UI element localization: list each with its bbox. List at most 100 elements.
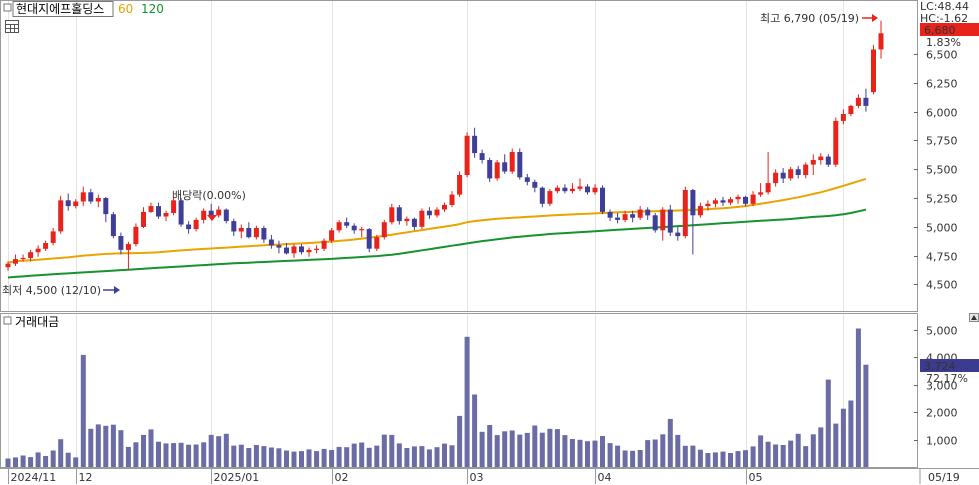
volume-bar [652, 439, 658, 467]
x-tick-label: 2024/11 [11, 471, 57, 484]
volume-bar [28, 457, 34, 467]
volume-bar [396, 443, 402, 467]
candle-body [201, 210, 207, 220]
candle-body [878, 33, 884, 50]
volume-bar [667, 418, 673, 467]
volume-bar [848, 400, 854, 467]
candle-body [592, 187, 598, 193]
candle-body [788, 169, 794, 179]
candle-body [118, 236, 124, 250]
x-tick-label: 03 [470, 471, 484, 484]
volume-bar [472, 394, 478, 467]
candle-body [509, 152, 515, 172]
volume-bar [562, 435, 568, 467]
candle-body [547, 191, 553, 204]
volume-bar [50, 450, 56, 467]
candle-body [697, 206, 703, 216]
volume-tick-label: 5,000 [926, 325, 958, 338]
volume-bar [825, 379, 831, 467]
volume-bar [359, 442, 365, 467]
candle-body [607, 211, 613, 218]
volume-bar [637, 450, 643, 467]
candle-body [28, 252, 34, 258]
collapse-icon[interactable] [969, 313, 979, 322]
volume-bar [5, 458, 11, 467]
candle-body [517, 152, 523, 178]
volume-bar [374, 445, 380, 467]
candle-body [479, 153, 485, 160]
candle-body [268, 239, 274, 246]
volume-bar [125, 446, 131, 467]
candle-body [261, 228, 267, 240]
current-price-change: 1.83% [926, 36, 961, 49]
volume-bar [178, 442, 184, 467]
candle-body [208, 210, 214, 216]
x-tick-label: 04 [598, 471, 612, 484]
volume-bar [728, 453, 733, 467]
volume-bar [675, 434, 681, 467]
candle-body [667, 209, 673, 233]
candle-body [50, 231, 56, 243]
price-tick-label: 5,500 [926, 164, 958, 177]
volume-bar [201, 442, 207, 467]
candle-body [419, 210, 425, 227]
candle-body [171, 200, 177, 213]
volume-bar [773, 444, 779, 467]
volume-bar [539, 432, 545, 467]
volume-bar [457, 415, 463, 467]
candle-body [426, 210, 432, 216]
candle-body [381, 222, 387, 238]
candle-body [156, 206, 161, 217]
candle-body [246, 228, 252, 238]
volume-bar [344, 447, 350, 467]
volume-bar [156, 441, 161, 467]
volume-bar [284, 450, 289, 467]
price-tick-label: 5,750 [926, 135, 958, 148]
volume-bar [20, 455, 26, 467]
volume-bar [645, 440, 651, 467]
checkbox-icon[interactable] [3, 3, 12, 12]
volume-bar [163, 443, 169, 467]
volume-bar [133, 442, 139, 467]
ma60-legend[interactable]: 60 [118, 2, 133, 16]
candle-body [231, 221, 237, 232]
volume-bar [758, 435, 764, 467]
candle-body [193, 219, 199, 230]
volume-bar [148, 429, 154, 467]
ma120-legend[interactable]: 120 [141, 2, 164, 16]
candle-body [855, 97, 861, 106]
candle-body [163, 213, 169, 217]
stock-chart[interactable]: 4,500 4,750 5,000 5,250 5,500 5,750 6,000 6,250… [0, 0, 979, 485]
candle-body [758, 192, 764, 195]
volume-bar [329, 450, 335, 467]
volume-bar [449, 445, 455, 467]
volume-bar [276, 448, 282, 467]
table-grid-icon[interactable] [5, 20, 19, 33]
volume-bar [833, 423, 839, 467]
candle-body [434, 209, 440, 216]
candle-body [554, 187, 560, 192]
candle-body [396, 207, 402, 222]
volume-change: 72.17% [926, 372, 968, 385]
candle-body [20, 257, 26, 260]
volume-bar [208, 434, 214, 467]
candle-body [65, 200, 71, 207]
candle-body [803, 164, 809, 175]
volume-bar [743, 450, 748, 467]
volume-bar [291, 451, 297, 467]
candle-body [178, 200, 184, 225]
volume-bar [223, 433, 229, 467]
volume-bar [314, 451, 320, 467]
volume-bar [118, 430, 124, 467]
candle-body [58, 200, 64, 232]
volume-bar [321, 448, 327, 467]
volume-bar [592, 440, 598, 467]
volume-bar [569, 439, 575, 467]
candle-body [276, 245, 282, 248]
volume-bar [788, 440, 794, 467]
candle-body [148, 206, 154, 212]
volume-bar [750, 446, 756, 467]
x-axis-strip [0, 468, 979, 485]
candle-body [840, 114, 846, 121]
volume-checkbox-icon[interactable] [3, 316, 12, 325]
